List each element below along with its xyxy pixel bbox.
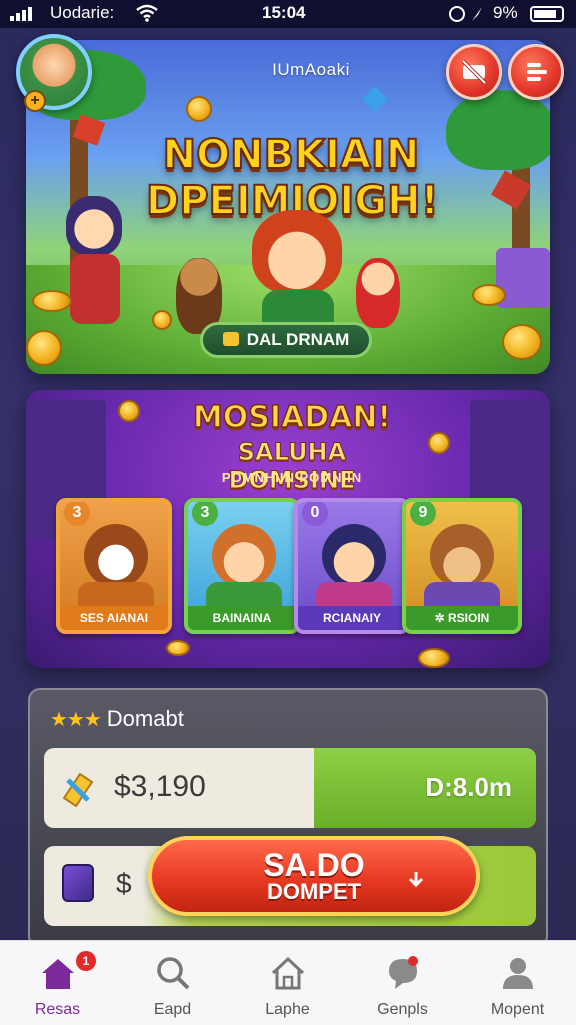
character-boy-left-body: [70, 254, 120, 324]
palm-leaves-right: [446, 90, 550, 170]
banner-subtitle: IUmAoaki: [272, 60, 350, 79]
character-card-3[interactable]: 0 RCIANAIY: [294, 498, 410, 634]
promo-title: MOSIADAN!: [192, 399, 392, 436]
menu-icon: [527, 63, 547, 81]
ticket-icon: [222, 332, 239, 346]
card-number: 0: [302, 502, 328, 526]
character-card-1[interactable]: 3 SES AIANAI: [56, 498, 172, 634]
card-label: SES AIANAI: [60, 606, 168, 630]
wallet-panel: ★★★ Domabt $3,190 D:8.0m $ SA.DO DOMPET: [28, 688, 548, 948]
girl-character: [212, 524, 276, 588]
location-icon: [449, 6, 482, 22]
close-offer-button[interactable]: [446, 44, 502, 100]
wallet-gem-icon: [62, 864, 94, 902]
add-icon[interactable]: +: [24, 90, 46, 112]
timer-value: D:8.0m: [425, 772, 512, 802]
tab-house[interactable]: Laphe: [230, 941, 345, 1025]
timer-box: D:8.0m: [314, 748, 536, 828]
row-dollar: $: [116, 868, 132, 899]
saldo-dompet-button[interactable]: SA.DO DOMPET: [148, 836, 480, 916]
character-card-4[interactable]: 9 ✲ RSIOIN: [402, 498, 522, 634]
wallet-action-row: $ SA.DO DOMPET: [44, 836, 536, 926]
user-icon: [503, 958, 533, 989]
panda-character: [84, 524, 148, 588]
battery-percent: 9%: [493, 3, 518, 22]
tab-chat[interactable]: Genpls: [345, 941, 460, 1025]
menu-button[interactable]: [508, 44, 564, 100]
promo-subtitle: SALUHA DOMSINE: [228, 438, 356, 495]
bottom-tab-bar: 1 Resas Eapd Laphe Genpls Mopent: [0, 940, 576, 1025]
card-number: 3: [64, 502, 90, 526]
character-hero-head: [252, 210, 342, 294]
carrier-name: Uodarie:: [50, 3, 115, 22]
character-small-right: [356, 258, 400, 328]
tab-profile[interactable]: Mopent: [460, 941, 575, 1025]
balance-row[interactable]: $3,190 D:8.0m: [44, 748, 536, 828]
coin: [26, 330, 62, 366]
boy-character: [322, 524, 386, 588]
promo-caption: POMNHIIN POMNIIN: [221, 470, 363, 485]
house-outline-icon: [271, 956, 305, 990]
coin-stack: [472, 284, 506, 306]
battery-icon: [530, 6, 564, 22]
status-bar: Uodarie: 15:04 9%: [0, 0, 576, 28]
card-label: ✲ RSIOIN: [406, 606, 518, 630]
coin-stack: [32, 290, 72, 312]
blue-gem: [362, 86, 388, 112]
ticket-icon: [62, 772, 94, 808]
balance-amount: $3,190: [114, 770, 206, 803]
character-boy-left: [66, 196, 122, 256]
notification-badge: 1: [76, 951, 96, 971]
banner-cta-button[interactable]: DAL DRNAM: [200, 322, 372, 358]
three-stars-icon: ★★★: [50, 709, 102, 731]
character-card-2[interactable]: 3 BAINAINA: [184, 498, 300, 634]
clock: 15:04: [262, 3, 306, 22]
crossed-ticket-icon: [461, 59, 487, 85]
tab-search[interactable]: Eapd: [115, 941, 230, 1025]
coin: [152, 310, 172, 330]
signal-icon: [10, 7, 32, 21]
coin: [166, 640, 190, 656]
card-number: 3: [192, 502, 218, 526]
down-arrow-icon: [408, 872, 424, 888]
search-icon: [157, 957, 190, 990]
coin: [186, 96, 212, 122]
event-promo-panel[interactable]: MOSIADAN! SALUHA DOMSINE POMNHIIN POMNII…: [26, 390, 550, 668]
card-label: BAINAINA: [188, 606, 296, 630]
coin: [118, 400, 140, 422]
coin: [502, 324, 542, 360]
tab-home[interactable]: 1 Resas: [0, 941, 115, 1025]
coin: [418, 648, 450, 668]
home-icon: [42, 959, 74, 989]
bear-character: [430, 524, 494, 588]
card-label: RCIANAIY: [298, 606, 406, 630]
card-number: 9: [410, 502, 436, 526]
wallet-title: ★★★ Domabt: [50, 706, 184, 731]
chat-bubble-icon: [389, 956, 418, 989]
coin: [428, 432, 450, 454]
wifi-icon: [136, 4, 158, 22]
